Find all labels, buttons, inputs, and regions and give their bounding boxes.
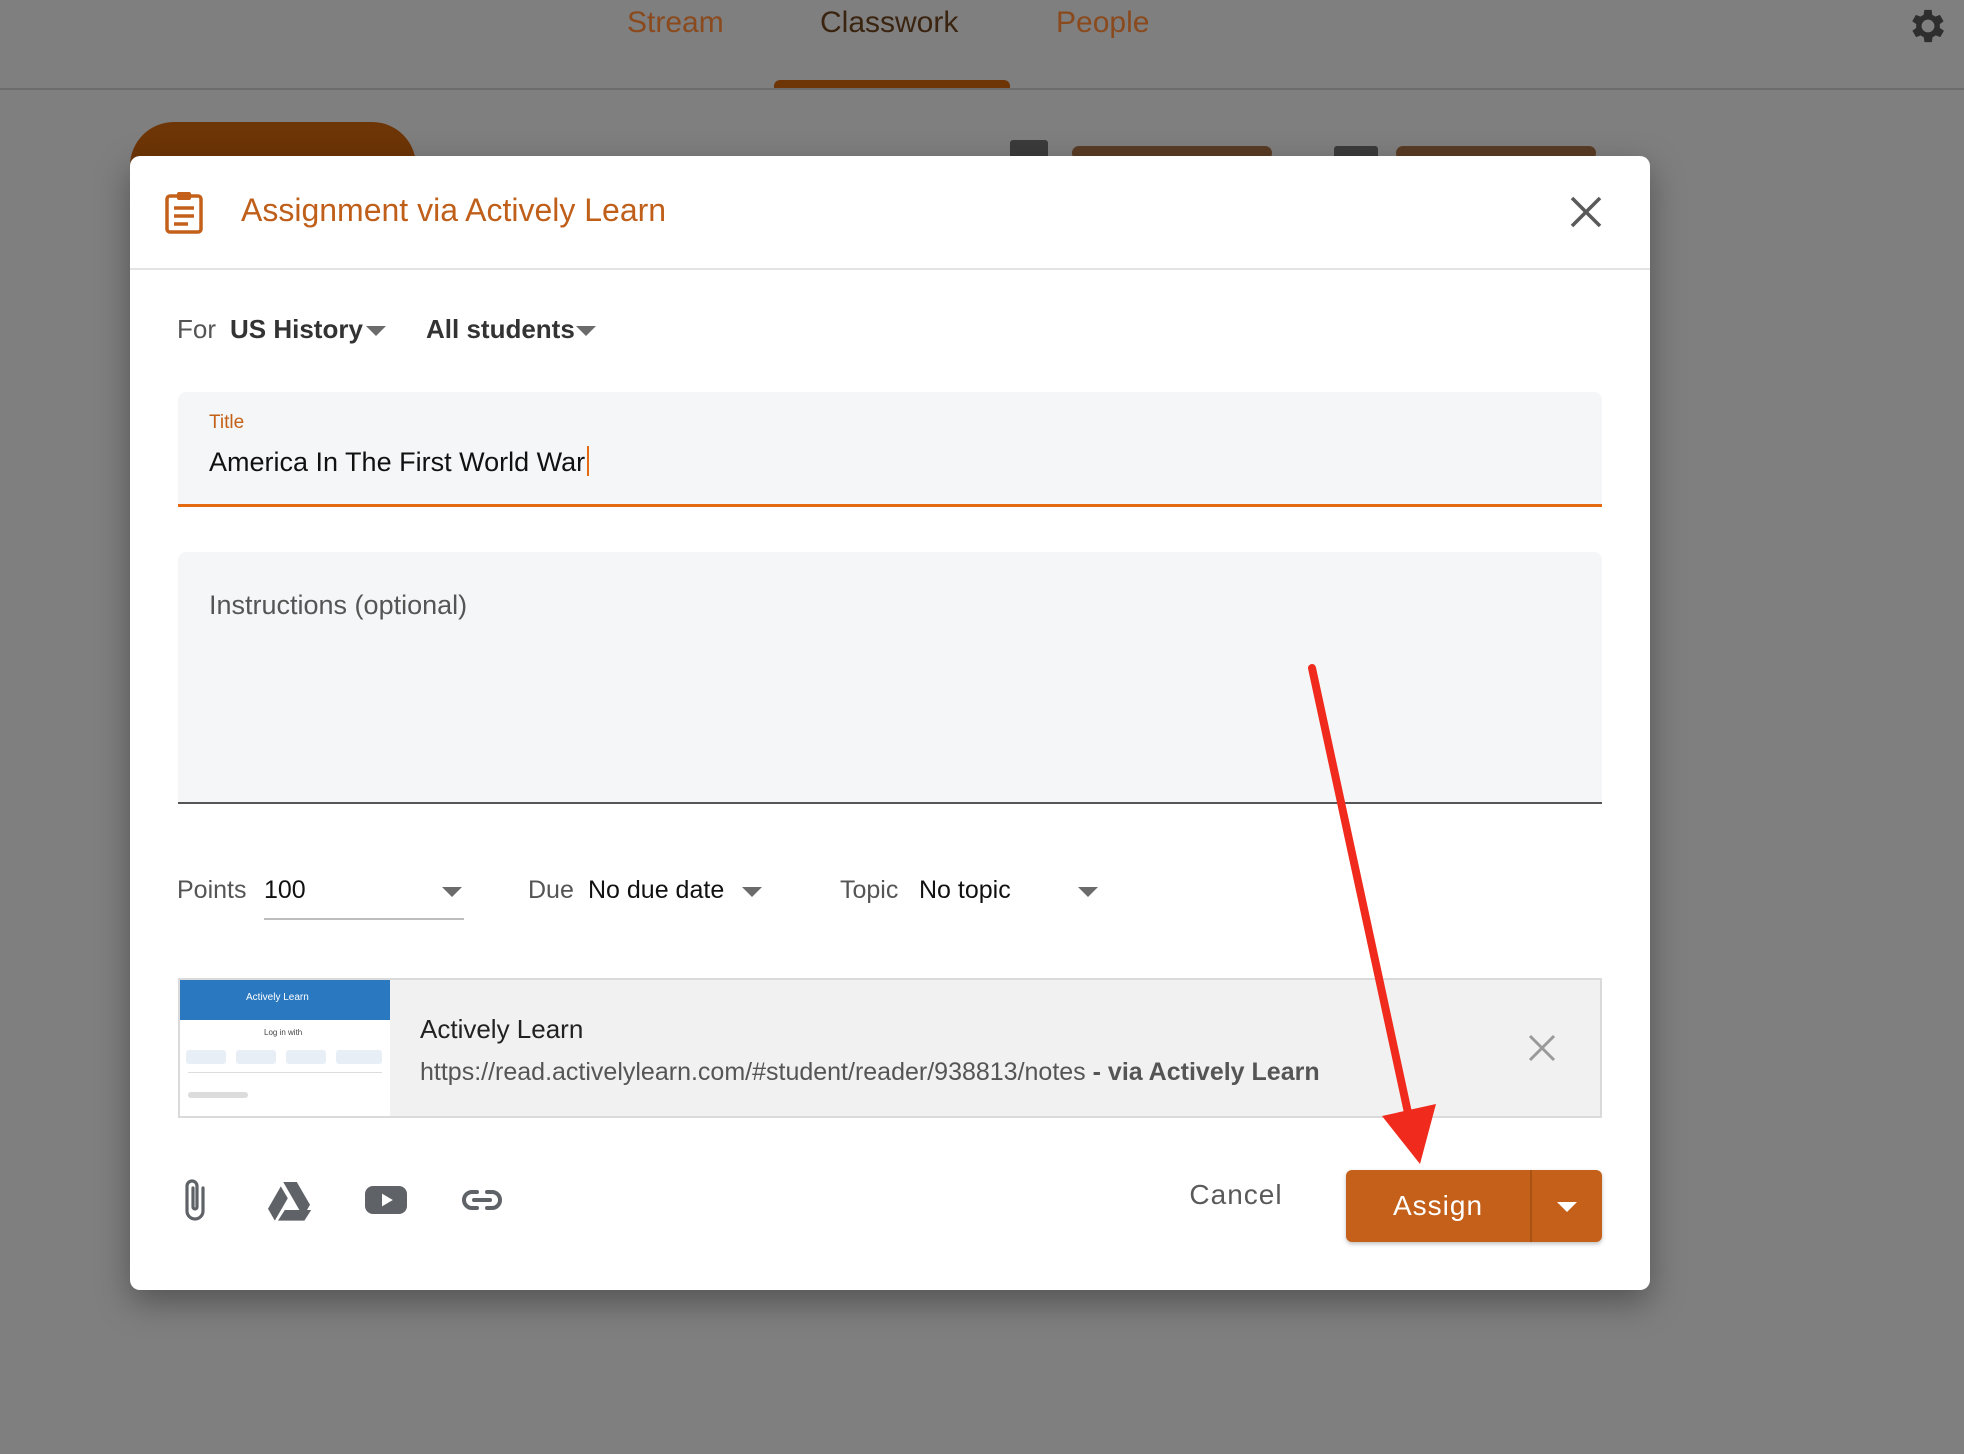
due-label: Due bbox=[528, 876, 574, 904]
thumbnail-footer bbox=[188, 1092, 248, 1098]
close-icon[interactable] bbox=[1568, 194, 1604, 230]
attachment-url-text: https://read.activelylearn.com/#student/… bbox=[420, 1058, 1086, 1086]
thumbnail-login-option bbox=[286, 1050, 326, 1064]
dialog-header: Assignment via Actively Learn bbox=[130, 156, 1650, 270]
gear-icon[interactable] bbox=[1906, 4, 1950, 48]
students-selector[interactable]: All students bbox=[426, 314, 575, 345]
for-label: For bbox=[177, 314, 216, 344]
thumbnail-login-text: Log in with bbox=[264, 1028, 303, 1037]
text-cursor bbox=[587, 446, 590, 476]
assignment-dialog: Assignment via Actively Learn For US His… bbox=[130, 156, 1650, 1290]
topic-selector[interactable]: No topic bbox=[919, 876, 1011, 905]
tab-classwork[interactable]: Classwork bbox=[820, 6, 958, 40]
youtube-icon[interactable] bbox=[362, 1176, 410, 1224]
assign-button-group: Assign bbox=[1346, 1170, 1602, 1242]
attachment-thumbnail: Actively Learn Log in with bbox=[180, 980, 390, 1116]
remove-attachment-icon[interactable] bbox=[1526, 1032, 1558, 1064]
attachment-title[interactable]: Actively Learn bbox=[420, 1014, 583, 1045]
active-tab-indicator bbox=[774, 80, 1010, 88]
thumbnail-login-option bbox=[186, 1050, 226, 1064]
cancel-button[interactable]: Cancel bbox=[1166, 1166, 1306, 1224]
assign-button[interactable]: Assign bbox=[1346, 1170, 1530, 1242]
students-chevron-down-icon[interactable] bbox=[576, 326, 596, 336]
attachment-url: https://read.activelylearn.com/#student/… bbox=[420, 1058, 1320, 1087]
points-chevron-down-icon[interactable] bbox=[442, 887, 462, 897]
thumbnail-login-option bbox=[336, 1050, 382, 1064]
instructions-placeholder: Instructions (optional) bbox=[209, 590, 468, 620]
points-underline bbox=[264, 918, 464, 920]
class-selector[interactable]: US History bbox=[230, 314, 363, 345]
title-field-label: Title bbox=[209, 412, 245, 433]
attachment-card[interactable]: Actively Learn Log in with Actively Lear… bbox=[178, 978, 1602, 1118]
class-chevron-down-icon[interactable] bbox=[366, 326, 386, 336]
tab-people[interactable]: People bbox=[1056, 6, 1149, 40]
google-drive-icon[interactable] bbox=[266, 1176, 314, 1224]
caret-down-icon bbox=[1557, 1202, 1577, 1212]
title-input-text: America In The First World War bbox=[209, 447, 586, 477]
thumbnail-login-option bbox=[236, 1050, 276, 1064]
thumbnail-logo: Actively Learn bbox=[246, 992, 309, 1003]
attachment-source: - via Actively Learn bbox=[1092, 1058, 1320, 1086]
due-chevron-down-icon[interactable] bbox=[742, 887, 762, 897]
points-label: Points bbox=[177, 876, 247, 904]
assignment-icon bbox=[165, 192, 203, 234]
points-input[interactable]: 100 bbox=[264, 876, 306, 905]
tab-stream[interactable]: Stream bbox=[627, 6, 724, 40]
title-input[interactable]: America In The First World War bbox=[209, 446, 590, 478]
topic-label: Topic bbox=[840, 876, 899, 904]
paperclip-icon[interactable] bbox=[170, 1176, 218, 1224]
link-icon[interactable] bbox=[458, 1176, 506, 1224]
topic-chevron-down-icon[interactable] bbox=[1078, 887, 1098, 897]
thumbnail-divider bbox=[188, 1072, 382, 1073]
title-field[interactable]: Title America In The First World War bbox=[178, 392, 1602, 507]
dialog-title: Assignment via Actively Learn bbox=[241, 192, 667, 228]
instructions-field[interactable]: Instructions (optional) bbox=[178, 552, 1602, 804]
due-date-selector[interactable]: No due date bbox=[588, 876, 724, 905]
assign-options-dropdown[interactable] bbox=[1532, 1170, 1602, 1242]
top-navigation-bar: Stream Classwork People bbox=[0, 0, 1964, 90]
